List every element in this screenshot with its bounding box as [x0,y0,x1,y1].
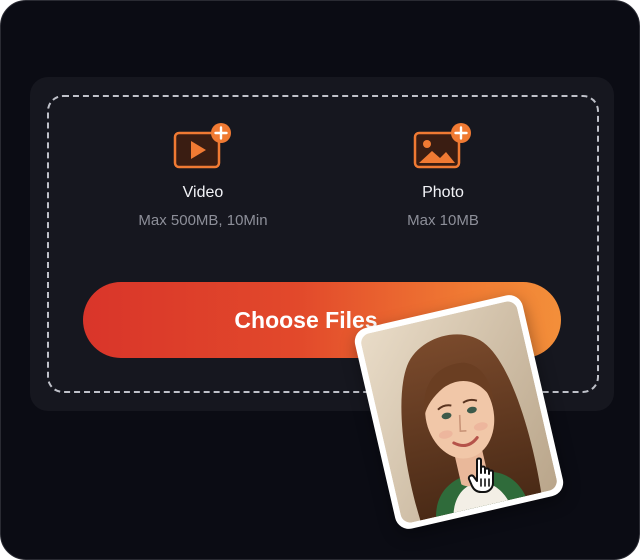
upload-widget: Video Max 500MB, 10Min Photo Max 10MB Ch… [0,0,640,560]
choose-files-label: Choose Files [234,306,378,333]
portrait-image [359,299,559,525]
video-limit: Max 500MB, 10Min [138,212,268,229]
hand-pointer-icon [467,457,494,493]
photo-upload-type: Photo Max 10MB [343,123,543,231]
video-upload-type: Video Max 500MB, 10Min [103,123,303,231]
image-add-icon [413,123,471,169]
video-add-icon [173,123,231,169]
photo-limit: Max 10MB [407,212,479,229]
photo-label: Photo [422,184,464,201]
video-label: Video [182,184,224,201]
